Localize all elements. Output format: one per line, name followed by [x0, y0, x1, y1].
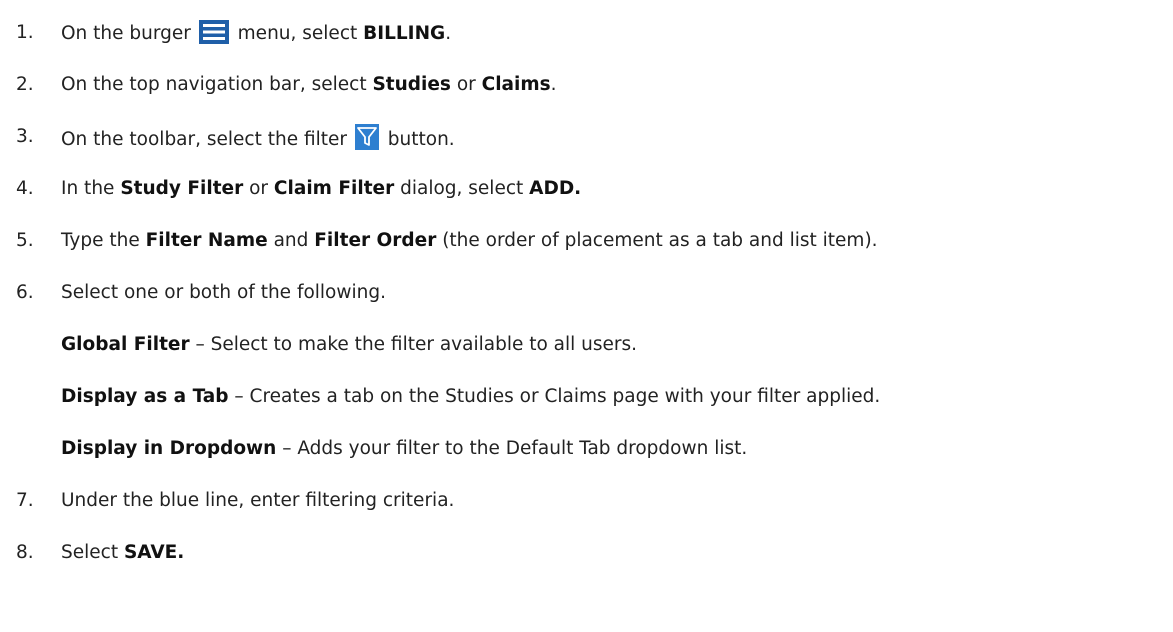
step-text: Type the Filter Name and Filter Order (t… — [61, 230, 878, 251]
option-global-filter: Global Filter – Select to make the filte… — [61, 332, 637, 358]
option-description: – Adds your filter to the Default Tab dr… — [276, 438, 748, 459]
option-description: – Select to make the filter available to… — [189, 334, 638, 355]
option-description: – Creates a tab on the Studies or Claims… — [228, 386, 881, 407]
step-text: Under the blue line, enter filtering cri… — [61, 490, 455, 511]
step-number: 1. — [16, 22, 34, 43]
option-display-as-tab: Display as a Tab – Creates a tab on the … — [61, 384, 880, 410]
option-display-in-dropdown: Display in Dropdown – Adds your filter t… — [61, 436, 747, 462]
step-number: 6. — [16, 282, 34, 303]
step-number: 2. — [16, 74, 34, 95]
step-text: Select SAVE. — [61, 542, 185, 563]
step-text: On the top navigation bar, select Studie… — [61, 74, 557, 95]
step-number: 8. — [16, 542, 34, 563]
step-number: 4. — [16, 178, 34, 199]
step-number: 5. — [16, 230, 34, 251]
option-term: Display as a Tab — [61, 386, 229, 407]
step-text: On the toolbar, select the filter button… — [61, 124, 455, 158]
option-term: Display in Dropdown — [61, 438, 277, 459]
burger-menu-icon — [198, 20, 229, 52]
step-number: 3. — [16, 126, 34, 147]
step-text: On the burger menu, select BILLING. — [61, 20, 451, 52]
option-term: Global Filter — [61, 334, 190, 355]
step-text: Select one or both of the following. — [61, 282, 386, 303]
instructions-document: 1. On the burger menu, select BILLING. 2… — [0, 0, 1173, 632]
filter-icon — [354, 124, 379, 158]
step-text: In the Study Filter or Claim Filter dial… — [61, 178, 582, 199]
step-number: 7. — [16, 490, 34, 511]
